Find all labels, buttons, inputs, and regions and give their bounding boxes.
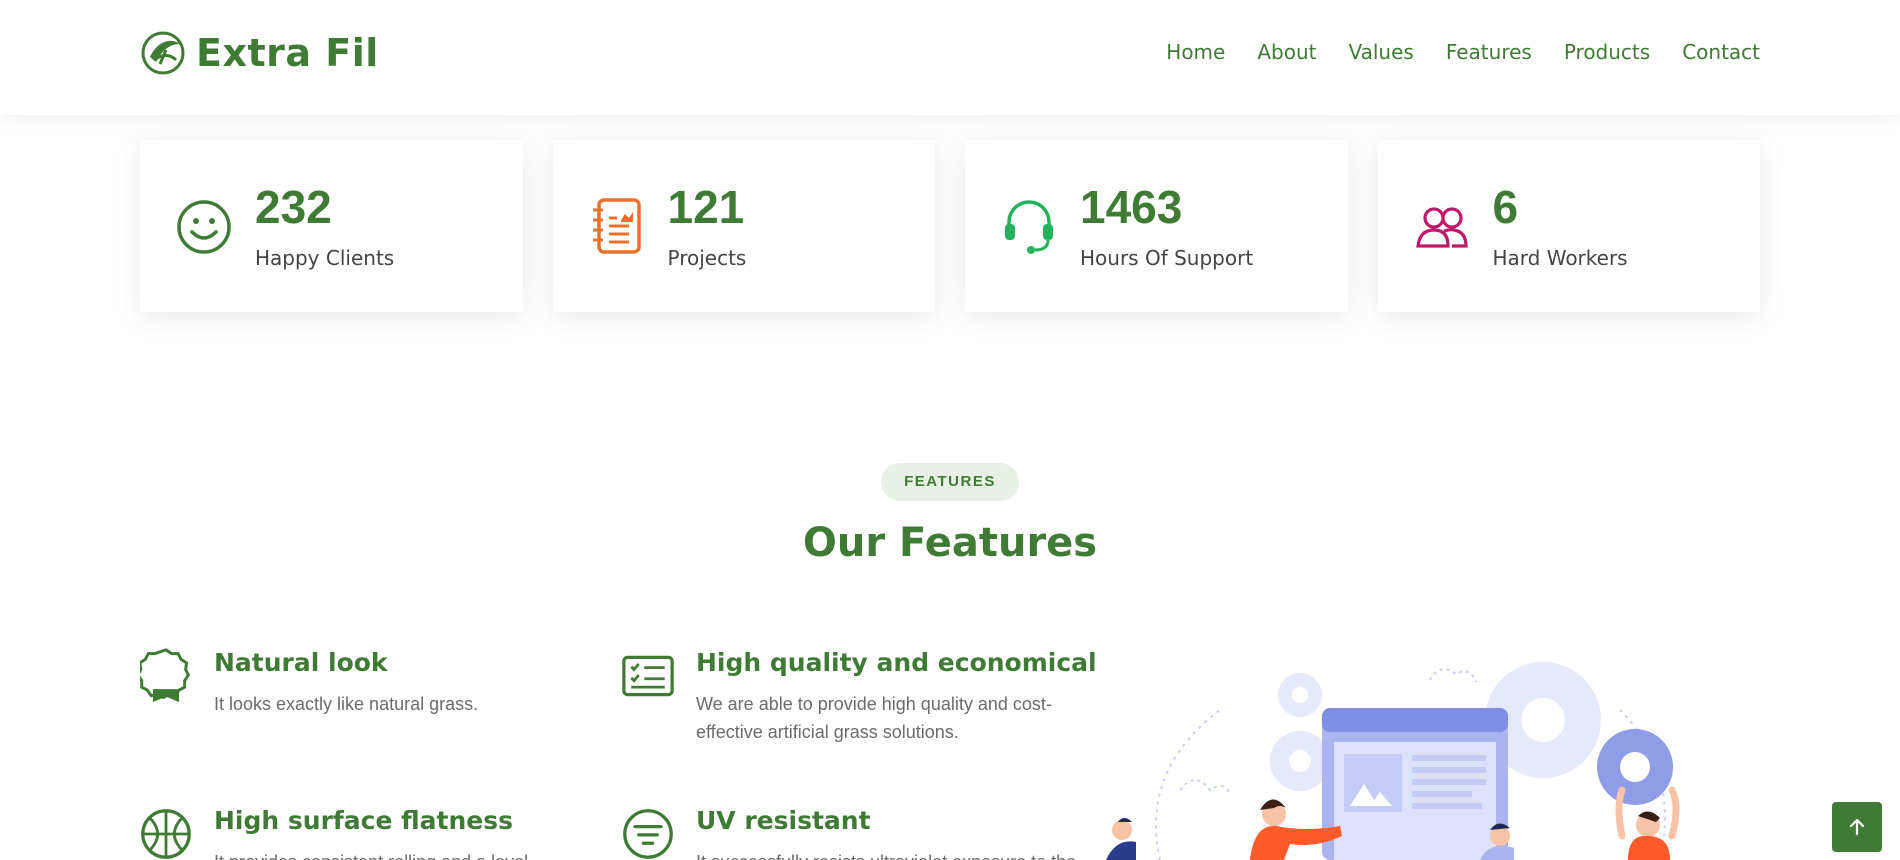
stat-value: 6 <box>1492 181 1519 233</box>
feature-uv-resistant: UV resistant It successfully resists ult… <box>622 806 1082 860</box>
stat-value: 1463 <box>1080 181 1183 233</box>
stat-card-projects: 121 Projects <box>552 140 935 312</box>
stat-label: Hours Of Support <box>1080 246 1254 270</box>
stat-card-workers: 6 Hard Workers <box>1377 140 1760 312</box>
stat-label: Projects <box>667 246 747 270</box>
feature-title: High surface flatness <box>214 806 513 835</box>
headset-icon <box>1005 200 1053 254</box>
stats-row: 232 Happy Clients 121 Projects 1463 Hour… <box>140 140 1760 312</box>
stat-value: 232 <box>255 181 332 233</box>
brand-name: Extra Fil <box>196 31 379 75</box>
feature-title: UV resistant <box>696 806 871 835</box>
section-badge: FEATURES <box>881 463 1019 501</box>
main-nav: Home About Values Features Products Cont… <box>1166 40 1760 64</box>
features-illustration <box>1106 662 1680 860</box>
stat-card-clients: 232 Happy Clients <box>140 140 523 312</box>
feature-title: Natural look <box>214 648 388 677</box>
stat-card-support: 1463 Hours Of Support <box>965 140 1348 312</box>
filter-icon <box>623 809 673 859</box>
smile-icon <box>177 200 231 254</box>
basketball-icon <box>141 809 191 859</box>
stat-label: Hard Workers <box>1492 246 1628 270</box>
feature-text: It successfully resists ultraviolet expo… <box>696 848 1081 860</box>
nav-features[interactable]: Features <box>1446 40 1532 64</box>
nav-products[interactable]: Products <box>1564 40 1650 64</box>
stat-label: Happy Clients <box>255 246 395 270</box>
scroll-top-button[interactable] <box>1832 802 1882 852</box>
brand-logo[interactable]: Extra Fil <box>140 30 379 76</box>
logo-icon <box>141 31 185 75</box>
stat-value: 121 <box>667 181 745 233</box>
nav-values[interactable]: Values <box>1348 40 1413 64</box>
feature-high-quality: High quality and economical We are able … <box>622 648 1097 748</box>
feature-title: High quality and economical <box>696 648 1097 677</box>
people-icon <box>1415 207 1468 248</box>
nav-home[interactable]: Home <box>1166 40 1225 64</box>
feature-text: We are able to provide high quality and … <box>696 694 1052 742</box>
feature-natural-look: Natural look It looks exactly like natur… <box>140 648 560 728</box>
site-header: Extra Fil Home About Values Features Pro… <box>0 0 1900 115</box>
section-title: Our Features <box>802 520 1098 566</box>
nav-about[interactable]: About <box>1257 40 1316 64</box>
nav-contact[interactable]: Contact <box>1682 40 1760 64</box>
award-icon <box>140 648 191 703</box>
arrow-up-icon <box>1849 818 1865 836</box>
journal-icon <box>592 198 641 254</box>
feature-text: It provides consistent rolling and a lev… <box>214 848 580 860</box>
checklist-icon <box>622 655 674 697</box>
feature-text: It looks exactly like natural grass. <box>214 694 479 714</box>
feature-surface-flatness: High surface flatness It provides consis… <box>140 806 580 860</box>
